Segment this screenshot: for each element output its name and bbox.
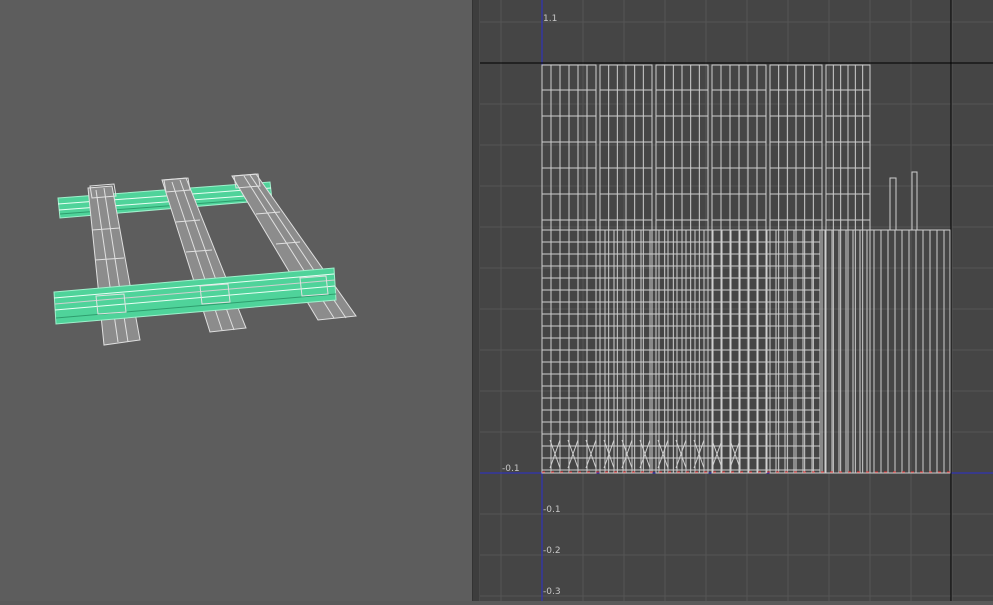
rail-track-model[interactable]	[0, 0, 472, 601]
v-label-1-1: 1.1	[543, 14, 557, 24]
maya-workspace: 1.1 -0.1 -0.1 -0.2 -0.3	[0, 0, 993, 601]
uv-canvas[interactable]: 1.1 -0.1 -0.1 -0.2 -0.3	[480, 0, 993, 601]
uv-shells[interactable]	[541, 64, 951, 474]
v-label-neg-0-3: -0.3	[543, 587, 561, 597]
uv-editor-panel[interactable]: 1.1 -0.1 -0.1 -0.2 -0.3	[480, 0, 993, 601]
u-label-neg-0-1: -0.1	[502, 464, 520, 474]
v-label-neg-0-2: -0.2	[543, 546, 561, 556]
perspective-viewport[interactable]	[0, 0, 472, 601]
panel-divider[interactable]	[472, 0, 480, 601]
v-label-neg-0-1: -0.1	[543, 505, 561, 515]
